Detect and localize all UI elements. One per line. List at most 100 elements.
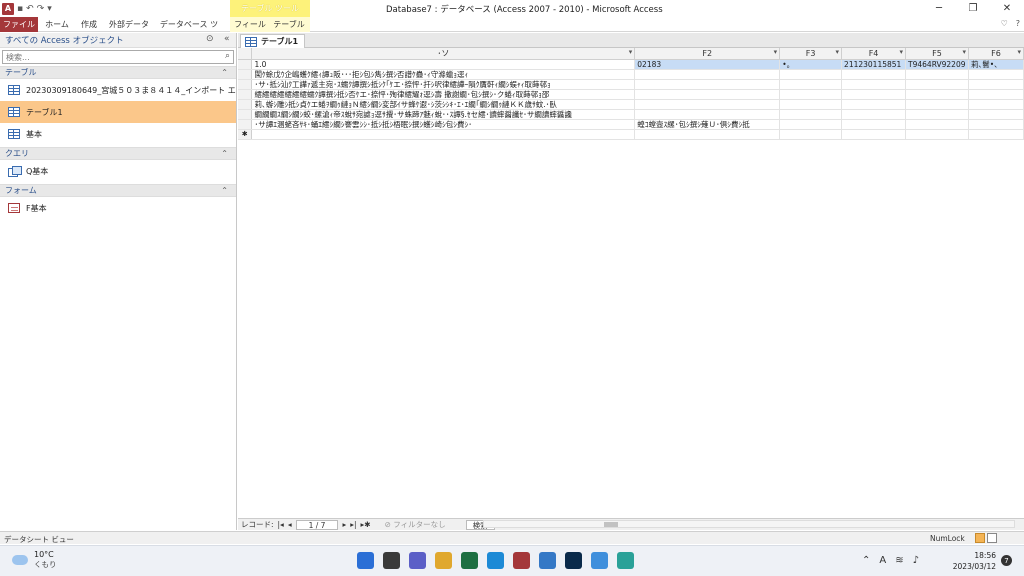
design-view-icon[interactable] [987,533,997,543]
table-cell[interactable] [968,109,1024,120]
dropdown-icon[interactable]: ▾ [900,48,904,56]
collapse-pane-icon[interactable]: « [224,34,230,44]
doc-tab-table1[interactable]: テーブル1 [240,34,306,48]
redo-icon[interactable]: ↷ [37,4,45,14]
nav-item-f-kihon[interactable]: F基本 [0,197,236,219]
table-cell[interactable] [634,89,781,100]
maps-icon[interactable] [617,552,634,569]
speaker-icon[interactable]: ♪ [913,555,919,566]
table-cell[interactable] [905,129,970,140]
table-row[interactable]: 1.0 02183 •。 211230115851 T9464RV92209 莉､鬢•､ [238,59,1024,70]
ime-icon[interactable]: A [879,555,886,566]
table-cell[interactable] [905,89,970,100]
table-cell[interactable] [779,109,843,120]
table-cell[interactable] [779,79,843,90]
table-cell[interactable] [841,99,907,110]
tab-home[interactable]: ホーム [40,17,74,32]
row-selector[interactable] [238,79,253,90]
tab-database-tools[interactable]: データベース ツール [156,17,222,44]
last-record-icon[interactable]: ▸| [350,520,356,529]
nav-group-queries[interactable]: クエリ ⌃ [0,147,236,160]
dropdown-icon[interactable]: ▾ [836,48,840,56]
minimize-icon[interactable]: ─ [922,0,956,17]
nav-group-forms[interactable]: フォーム ⌃ [0,184,236,197]
edge-icon[interactable] [487,552,504,569]
tab-file[interactable]: ファイル [0,17,38,32]
table-cell[interactable] [779,129,843,140]
nav-item-table1[interactable]: テーブル1 [0,101,236,123]
wifi-icon[interactable]: ≋ [895,555,903,566]
nav-item-q-kihon[interactable]: Q基本 [0,160,236,182]
table-cell[interactable] [905,79,970,90]
chevron-up-icon[interactable]: ⌃ [862,555,870,566]
horizontal-scrollbar[interactable] [483,520,1015,528]
row-selector[interactable] [238,109,253,120]
table-cell[interactable] [634,129,781,140]
next-record-icon[interactable]: ▸ [342,520,346,529]
excel-icon[interactable] [461,552,478,569]
nav-item-kihon[interactable]: 基本 [0,123,236,145]
record-position-field[interactable]: 1 / 7 [295,519,339,530]
prev-record-icon[interactable]: ◂ [288,520,292,529]
tab-create[interactable]: 作成 [76,17,102,32]
table-cell[interactable] [779,119,843,130]
table-cell[interactable] [841,129,907,140]
table-cell[interactable] [634,79,781,90]
table-cell[interactable] [968,69,1024,80]
filter-status[interactable]: ⊘ フィルターなし [385,519,450,530]
tab-table[interactable]: テーブル [272,17,306,32]
table-cell[interactable]: 繝繝繝ｽ繝ｼ繝ｼ蛟･縲滄ｨ帝ｽ蛻ｻ宛謔ｮ逕ｻ攪･サ蛛蹄ｱ魅ｨ蛻･･ｽ譚§.ｾセ繧… [251,109,636,120]
select-all-cell[interactable] [238,48,253,60]
table-cell[interactable] [968,119,1024,130]
nav-group-tables[interactable]: テーブル ⌃ [0,66,236,79]
table-cell[interactable] [841,69,907,80]
table-cell[interactable] [905,99,970,110]
table-cell[interactable] [905,109,970,120]
table-cell[interactable] [634,99,781,110]
table-row[interactable]: 繝繝繝ｽ繝ｼ繝ｼ蛟･縲滄ｨ帝ｽ蛻ｻ宛謔ｮ逕ｻ攪･サ蛛蹄ｱ魅ｨ蛻･･ｽ譚§.ｾセ繧… [238,109,1024,120]
undo-icon[interactable]: ↶ [26,4,34,14]
nav-item-import-errors[interactable]: 20230309180649_宮城５０３ま８４１４_インポート エラー [0,79,236,101]
row-selector[interactable] [238,119,253,130]
table-cell[interactable]: 02183 [634,59,781,70]
new-record-row[interactable]: ✱ [238,129,1024,140]
table-cell[interactable] [841,119,907,130]
help-icon[interactable]: ? [1016,19,1020,28]
table-row[interactable]: 闖ｹ蜍戊ｳ企嶋蠖ｸ繧ｨ譚ｭ阪･･･拒ｼ包ｼ雋ｼ撰ｼ否譜ｹ蠱･ｨ守滌蠟ｮ逕ｨ [238,69,1024,80]
table-cell[interactable]: 蝗ｺ螳壼ｽ縲･包ｼ撰ｼ薙Ｕ･倶ｼ費ｼ抵 [634,119,781,130]
table-cell[interactable]: 211230115851 [841,59,907,70]
notepad-icon[interactable] [591,552,608,569]
task-view-icon[interactable] [383,552,400,569]
column-header[interactable]: F6 ▾ [968,48,1024,60]
table-cell[interactable] [841,109,907,120]
row-selector[interactable] [238,69,253,80]
table-cell[interactable] [841,79,907,90]
table-cell[interactable] [634,69,781,80]
nav-menu-chevron-icon[interactable]: ⊙ [206,34,214,44]
column-header[interactable]: F4 ▾ [841,48,907,60]
table-cell[interactable]: 1.0 [251,59,636,70]
search-icon[interactable]: ⌕ [225,51,230,61]
table-cell[interactable] [905,69,970,80]
table-cell[interactable] [779,99,843,110]
table-row[interactable]: 繧繧繧繧繧繧繧蠕ｸ譚撰ｼ抵ｼ否ｹエ･捺怦･殉律繧耀ｫ逕ｼ壽 撒謝繝･包ｼ撰ｼ･ク… [238,89,1024,100]
table-cell[interactable]: ･サ譚ｴ溷蛯吝ｻｷ･蛹ｴ繧ｼ繝ｼ謇雲ｼｼ･抵ｼ抵ｼ梧眠ｼ撰ｼ蠖ｼ崎ｼ包ｼ費ｼ･ [251,119,636,130]
column-header[interactable]: F3 ▾ [779,48,843,60]
tab-external-data[interactable]: 外部データ [106,17,152,32]
row-selector[interactable] [238,99,253,110]
row-selector[interactable] [238,59,253,70]
column-header[interactable]: ･ソ ▾ [251,48,636,60]
table-cell[interactable] [634,109,781,120]
access-icon[interactable] [513,552,530,569]
table-row[interactable]: 莉､蝣ｼ雕ｼ抵ｼ貞ｹエ蜷ｦ繝ｩ縺ｮＮ繧ｼ繝ｼ変部ｲサ蜂ｹ遐･ｼ茨ｼｼｷ･ｴ･ｴ繝… [238,99,1024,110]
collapse-ribbon-icon[interactable]: ♡ [1001,19,1008,28]
dropdown-icon[interactable]: ▾ [629,48,633,56]
column-header[interactable]: F2 ▾ [634,48,781,60]
remote-icon[interactable] [539,552,556,569]
table-cell[interactable] [251,129,636,140]
dropdown-icon[interactable]: ▾ [963,48,967,56]
table-row[interactable]: ･サ･抵ｼ汕ｸ工譁ｧ遞主宛･ｽ蠕ｸ譚撰ｼ抵ｼｸ｢ｹエ･捺怦･扞ｼ呎律繧譁ｰ隕ｸ贋… [238,79,1024,90]
table-cell[interactable] [779,89,843,100]
clock[interactable]: 18:56 2023/03/12 [952,550,996,572]
table-cell[interactable] [968,89,1024,100]
